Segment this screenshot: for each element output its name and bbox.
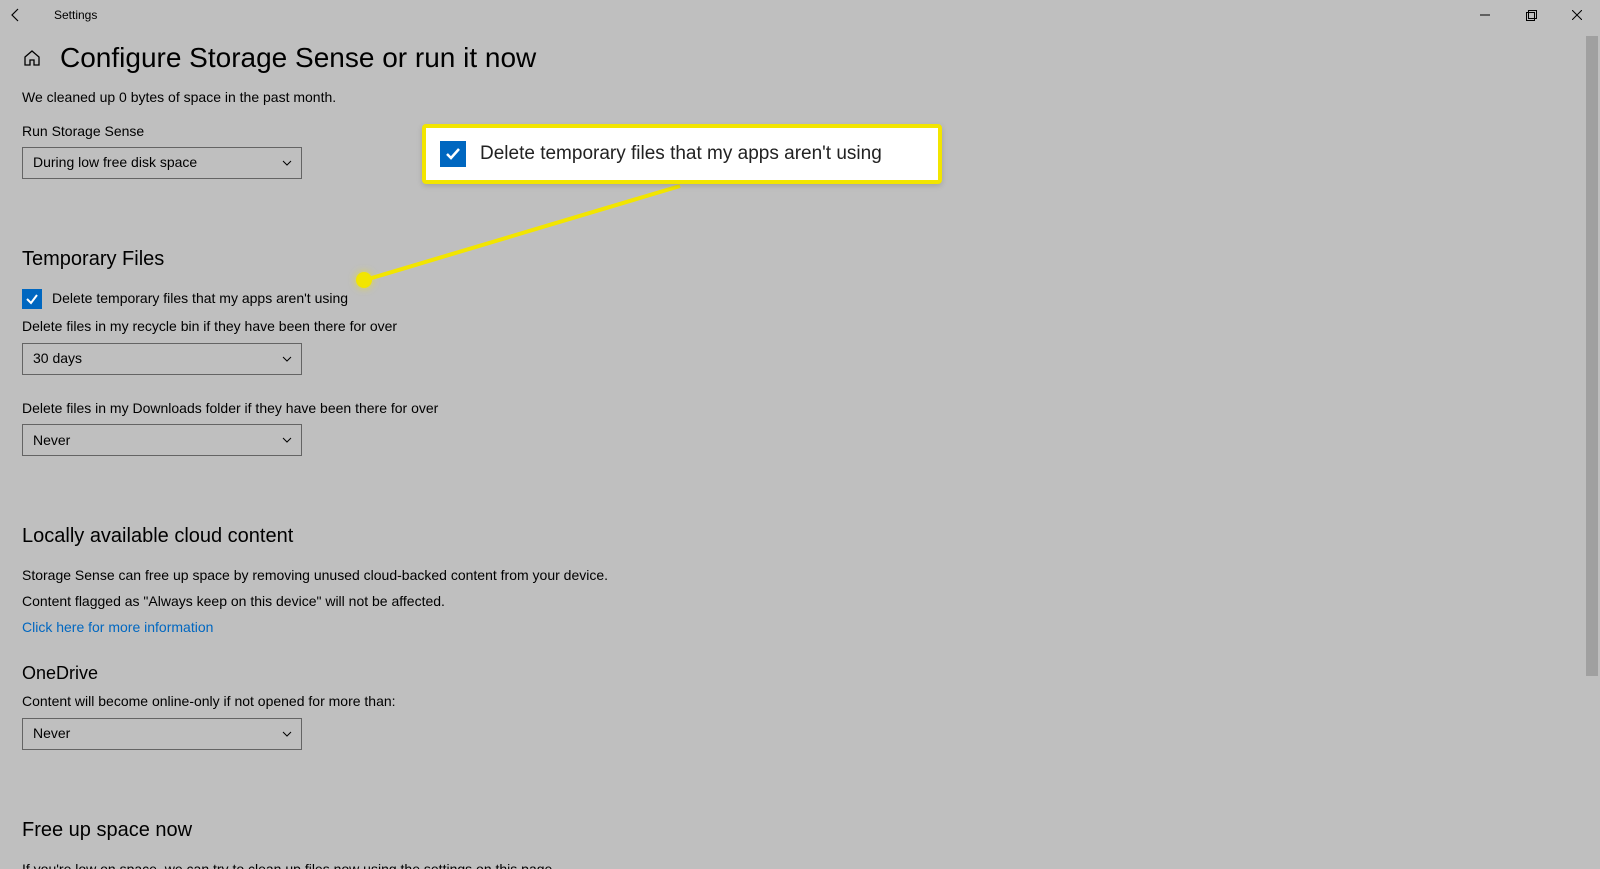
callout-text: Delete temporary files that my apps aren… [480,143,882,165]
run-storage-sense-value: During low free disk space [33,153,197,173]
window-controls [1462,0,1600,30]
recycle-bin-label: Delete files in my recycle bin if they h… [22,317,922,337]
onedrive-heading: OneDrive [22,661,922,686]
cloud-more-info-link[interactable]: Click here for more information [22,618,922,638]
maximize-button[interactable] [1508,0,1554,30]
settings-window: Settings Configure Storage Sense or run … [0,0,1600,869]
onedrive-desc: Content will become online-only if not o… [22,692,922,712]
downloads-value: Never [33,431,70,451]
chevron-down-icon [281,434,293,446]
titlebar: Settings [0,0,1600,30]
delete-temp-files-label: Delete temporary files that my apps aren… [52,289,348,309]
scrollbar[interactable] [1584,30,1600,869]
recycle-bin-value: 30 days [33,349,82,369]
back-icon[interactable] [8,7,24,23]
callout-checkbox-icon [440,141,466,167]
free-up-space-desc: If you're low on space, we can try to cl… [22,860,922,869]
cleanup-summary-text: We cleaned up 0 bytes of space in the pa… [22,88,922,108]
chevron-down-icon [281,728,293,740]
close-button[interactable] [1554,0,1600,30]
scrollbar-thumb[interactable] [1586,36,1598,676]
content-area: We cleaned up 0 bytes of space in the pa… [0,74,922,869]
page-header: Configure Storage Sense or run it now [0,30,1600,74]
downloads-select[interactable]: Never [22,424,302,456]
run-storage-sense-select[interactable]: During low free disk space [22,147,302,179]
annotation-callout: Delete temporary files that my apps aren… [422,124,942,184]
onedrive-value: Never [33,724,70,744]
home-icon[interactable] [22,48,42,68]
temporary-files-heading: Temporary Files [22,245,922,273]
cloud-line1: Storage Sense can free up space by remov… [22,566,922,586]
page-title: Configure Storage Sense or run it now [60,42,536,74]
app-title: Settings [54,8,97,22]
titlebar-left: Settings [8,7,97,23]
minimize-button[interactable] [1462,0,1508,30]
delete-temp-files-checkbox-row: Delete temporary files that my apps aren… [22,289,922,309]
onedrive-select[interactable]: Never [22,718,302,750]
cloud-line2: Content flagged as "Always keep on this … [22,592,922,612]
chevron-down-icon [281,157,293,169]
delete-temp-files-checkbox[interactable] [22,289,42,309]
chevron-down-icon [281,353,293,365]
callout-dot [356,272,372,288]
recycle-bin-select[interactable]: 30 days [22,343,302,375]
free-up-space-heading: Free up space now [22,816,922,844]
downloads-label: Delete files in my Downloads folder if t… [22,399,922,419]
cloud-content-heading: Locally available cloud content [22,522,922,550]
